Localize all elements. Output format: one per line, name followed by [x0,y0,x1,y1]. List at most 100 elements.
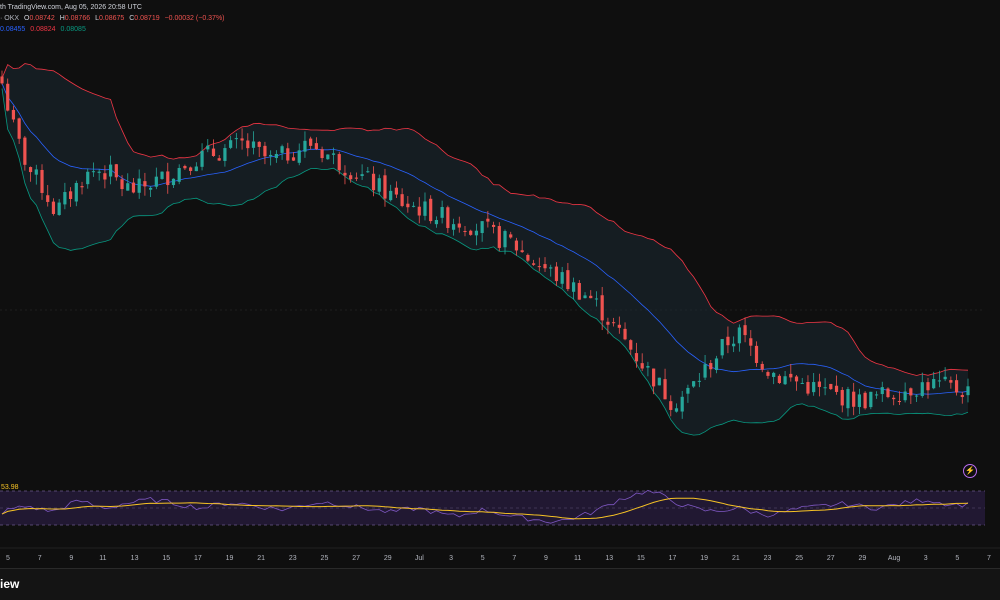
x-axis-tick-label: 17 [194,555,202,562]
candle-body [874,394,879,396]
candle-body [497,226,501,248]
candle-body [709,363,713,370]
candle-body [206,145,210,150]
candle-body [623,328,627,340]
candle-body [880,387,884,395]
bb-upper-value: 0.08824 [30,26,56,33]
candle-body [0,76,4,84]
candle-body [520,250,524,253]
candle-body [937,380,942,382]
candle-body [629,340,633,350]
candle-body [303,140,307,152]
candle-body [114,164,118,178]
candle-body [949,380,953,383]
candle-body [6,83,10,111]
x-axis-tick-label: 13 [131,555,139,562]
bb-basis-value: 0.08455 [0,26,26,33]
candle-body [451,224,456,230]
candle-body [800,382,804,384]
candle-body [834,385,839,392]
candle-body [749,338,753,346]
brand-text: iew [0,577,20,591]
x-axis-tick-label: 23 [764,555,772,562]
candle-body [954,380,959,393]
candle-body [577,283,581,300]
bb-row: 0.08455 0.08824 0.08085 [0,26,89,33]
candle-body [743,325,747,336]
x-axis-tick-label: 9 [69,555,73,562]
candle-body [932,379,936,389]
ohlc-row: · OKX O0.08742 H0.08766 L0.08675 C0.0871… [0,15,228,22]
candle-body [457,223,461,228]
candle-body [74,182,78,202]
candle-body [840,389,844,406]
candle-body [960,394,964,398]
x-axis-tick-label: 21 [732,555,740,562]
header-bar: th TradingView.com, Aug 05, 2026 20:58 U… [0,0,1000,15]
candle-body [680,396,684,412]
candle-body [131,182,136,193]
candle-body [846,389,850,409]
price-chart[interactable]: 53.98 5 7 9 11 13 15 17 19 21 23 25 27 29 Jul 3 5 7 9 11 13 1… [0,0,1000,600]
x-axis-tick-label: 9 [544,555,548,562]
candle-body [966,386,970,396]
candle-body [503,231,507,248]
x-axis-tick-label: 17 [669,555,677,562]
candle-body [331,153,336,155]
x-axis-tick-label: Jul [415,555,424,562]
candle-body [720,339,724,356]
candle-body [914,395,919,397]
candle-body [366,171,370,173]
candle-body [652,368,656,387]
candle-body [34,169,38,175]
candle-body [246,140,250,149]
lightning-bolt-icon[interactable]: ⚡ [963,464,977,478]
candle-body [326,154,330,160]
bb-lower-value: 0.08085 [60,26,86,33]
candle-body [154,176,158,187]
candle-body [560,272,564,284]
candle-body [406,203,410,208]
candle-body [526,254,530,261]
candle-body [377,178,381,192]
x-axis-tick-label: 27 [352,555,360,562]
candle-body [17,118,21,139]
candle-body [297,150,301,163]
candle-body [812,382,816,393]
high-value: 0.08766 [64,15,91,22]
candle-body [549,267,553,269]
candle-body [63,192,67,205]
candle-body [514,240,519,251]
x-axis-tick-label: 5 [6,555,10,562]
candle-body [57,202,61,216]
candle-body [354,177,358,179]
candle-body [469,230,473,235]
candle-body [389,190,393,201]
candle-body [772,372,776,377]
footer-bar: iew [0,568,1000,600]
candle-body [943,376,947,380]
candle-body [537,266,541,268]
candle-body [177,167,181,182]
candle-body [732,343,736,347]
candle-body [726,336,730,346]
x-axis-tick-label: 29 [384,555,392,562]
x-axis-tick-label: 19 [226,555,234,562]
candle-body [663,379,667,400]
candle-body [463,231,467,233]
x-axis-tick-label: Aug [888,555,901,562]
candle-body [669,401,673,410]
x-axis-tick-label: 25 [321,555,329,562]
candle-body [103,173,107,180]
candle-body [589,295,593,299]
x-axis-tick-label: 25 [795,555,803,562]
candle-body [617,324,621,328]
candle-body [51,201,56,214]
candle-body [97,171,101,173]
x-axis-tick-label: 15 [637,555,645,562]
candle-body [137,178,141,193]
candle-body [640,363,644,369]
candle-body [823,387,827,389]
candle-body [594,298,599,300]
candle-body [23,137,27,165]
